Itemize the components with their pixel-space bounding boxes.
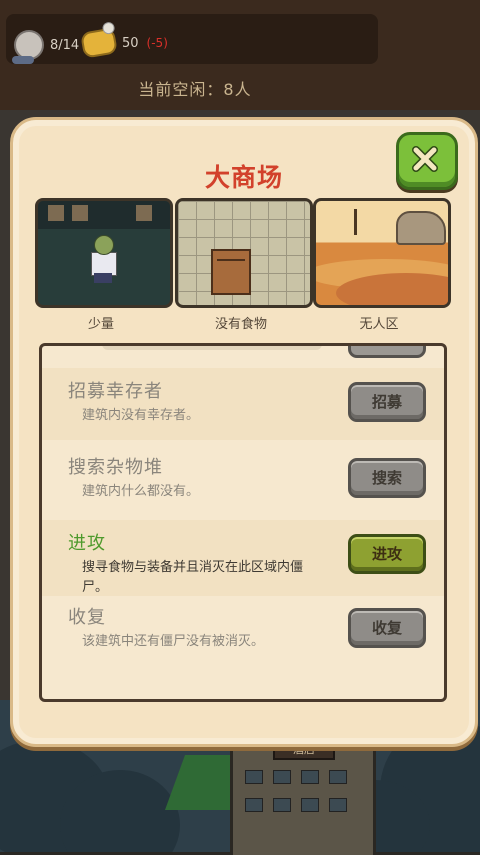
food-status-label: 没有食物 [214,317,267,332]
attack-button[interactable]: 进攻 [348,534,426,574]
rock-icon [396,211,446,245]
map-building[interactable]: 酒店 [230,740,376,855]
action-desc: 该建筑中还有僵尸没有被消灭。 [82,634,265,649]
food-change: (-5) [146,36,168,50]
action-title: 进攻 [68,533,106,554]
survivor-counter: 8/14 [12,30,80,64]
action-row-reclaim: 收复 该建筑中还有僵尸没有被消灭。 收复 [42,594,444,666]
food-counter: 50 (-5) [80,27,168,59]
idle-workers-text: 当前空闲：8人 [138,80,252,99]
recruit-button[interactable]: 招募 [348,382,426,422]
reclaim-button[interactable]: 收复 [348,608,426,648]
actions-panel[interactable]: 招募幸存者 建筑内没有幸存者。 招募 搜索杂物堆 建筑内什么都没有。 搜索 进攻… [39,343,447,702]
action-title: 搜索杂物堆 [68,457,163,478]
cabinet-icon [211,249,251,295]
building-dialog: 大商场 少量 没有食物 无人区 招募幸存者 建筑内没有幸存者。 招募 搜索杂物堆… [10,117,478,747]
search-button[interactable]: 搜索 [348,458,426,498]
action-desc: 建筑内没有幸存者。 [82,408,200,423]
zombie-level-label: 少量 [87,317,114,332]
action-title: 收复 [68,607,106,628]
zombie-level-thumbnail [35,198,173,308]
terrain-thumbnail [313,198,451,308]
food-count: 50 [122,35,139,51]
action-row-search: 搜索杂物堆 建筑内什么都没有。 搜索 [42,444,444,516]
zombie-icon [94,235,114,255]
survivor-icon [12,30,44,64]
terrain-label: 无人区 [359,317,399,332]
scrolled-row-remnant [102,346,322,350]
scrolled-button-remnant [348,346,426,358]
action-desc: 搜寻食物与装备并且消灭在此区域内僵尸。 [82,560,304,595]
food-icon [80,27,118,59]
food-status-thumbnail [175,198,313,308]
action-title: 招募幸存者 [68,381,163,402]
action-row-recruit: 招募幸存者 建筑内没有幸存者。 招募 [42,368,444,440]
action-row-attack: 进攻 搜寻食物与装备并且消灭在此区域内僵尸。 进攻 [42,520,444,596]
action-desc: 建筑内什么都没有。 [82,484,200,499]
close-icon [412,146,438,172]
survivor-count: 8/14 [50,37,80,53]
close-button[interactable] [396,132,458,190]
